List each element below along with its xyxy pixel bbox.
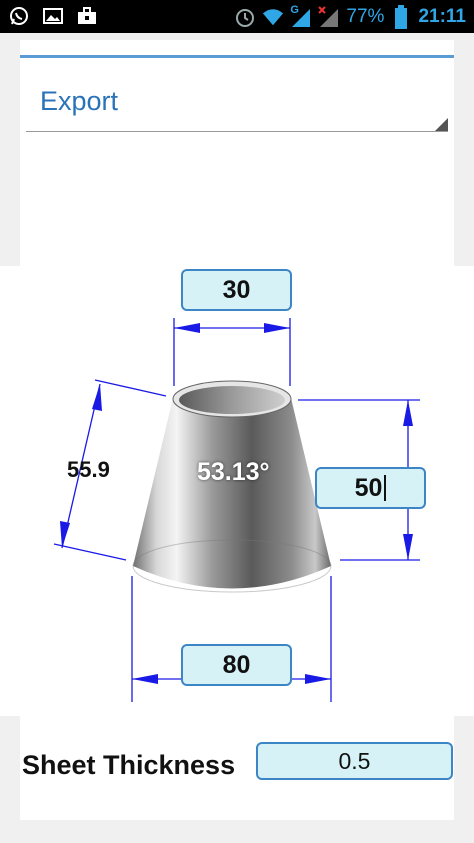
slant-length-label: 55.9: [67, 457, 110, 482]
briefcase-icon: [76, 5, 98, 27]
top-diameter-input[interactable]: 30: [181, 269, 292, 311]
wifi-icon: [262, 6, 284, 28]
bottom-diameter-input[interactable]: 80: [181, 644, 292, 686]
dropdown-caret-icon: [435, 118, 448, 131]
cone-body: [133, 398, 331, 589]
signal-icon: G: [290, 4, 312, 28]
battery-percent: 77%: [346, 5, 385, 27]
cone-top-inner: [179, 386, 285, 414]
text-cursor: [384, 475, 387, 501]
dropdown-underline: [26, 131, 448, 132]
export-panel: Export: [20, 40, 454, 266]
cone-drawing: 30 50 80 55.9 53.13°: [0, 266, 474, 716]
whatsapp-icon: [8, 5, 30, 27]
sheet-thickness-input[interactable]: 0.5: [256, 742, 453, 780]
height-input[interactable]: 50: [315, 467, 426, 509]
cone-angle-label: 53.13°: [197, 458, 270, 486]
clock: 21:11: [418, 5, 466, 27]
battery-icon: [390, 4, 412, 29]
export-dropdown[interactable]: Export: [26, 86, 448, 132]
sheet-thickness-panel: Sheet Thickness 0.5: [20, 716, 454, 820]
alarm-icon: [234, 6, 256, 28]
signal-no-data-icon: [318, 5, 340, 28]
gallery-icon: [42, 5, 64, 27]
divider: [20, 55, 454, 58]
status-bar: G 77% 21:11: [0, 0, 474, 33]
sheet-thickness-label: Sheet Thickness: [22, 750, 236, 780]
export-dropdown-value: Export: [40, 86, 119, 116]
